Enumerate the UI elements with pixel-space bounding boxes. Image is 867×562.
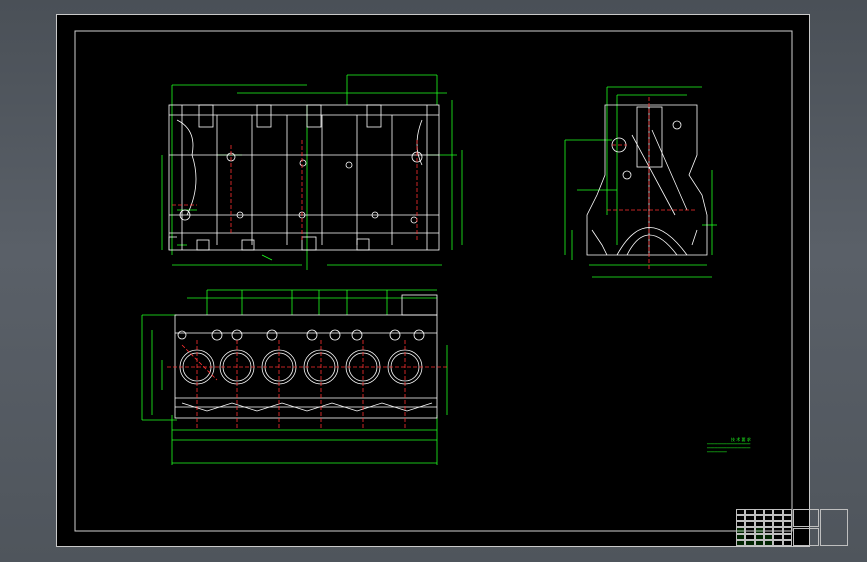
technical-note-line: ━━━━━━━━━━━ (707, 450, 727, 454)
top-centerlines (167, 340, 447, 430)
drawing-frame (74, 30, 793, 532)
side-outline (586, 104, 708, 256)
technical-notes: 技 术 要 求 ━━━━━━━━━━━━━━━━━━━━━━━━ ━━━━━━━… (707, 438, 797, 455)
cad-drawing (74, 30, 793, 532)
title-block-part-name (793, 509, 819, 527)
title-block (736, 509, 848, 546)
top-outline (174, 294, 438, 419)
title-block-drawing-title (820, 509, 848, 546)
title-block-scale-cell (793, 528, 819, 546)
side-section-view (564, 86, 717, 278)
front-outline (168, 104, 440, 251)
side-dimensions (564, 86, 717, 278)
front-elevation-view (161, 74, 463, 270)
top-view (141, 289, 448, 465)
drawing-viewport[interactable]: 技 术 要 求 ━━━━━━━━━━━━━━━━━━━━━━━━ ━━━━━━━… (56, 14, 848, 547)
title-block-grid (736, 509, 792, 546)
side-centerlines (607, 97, 697, 270)
